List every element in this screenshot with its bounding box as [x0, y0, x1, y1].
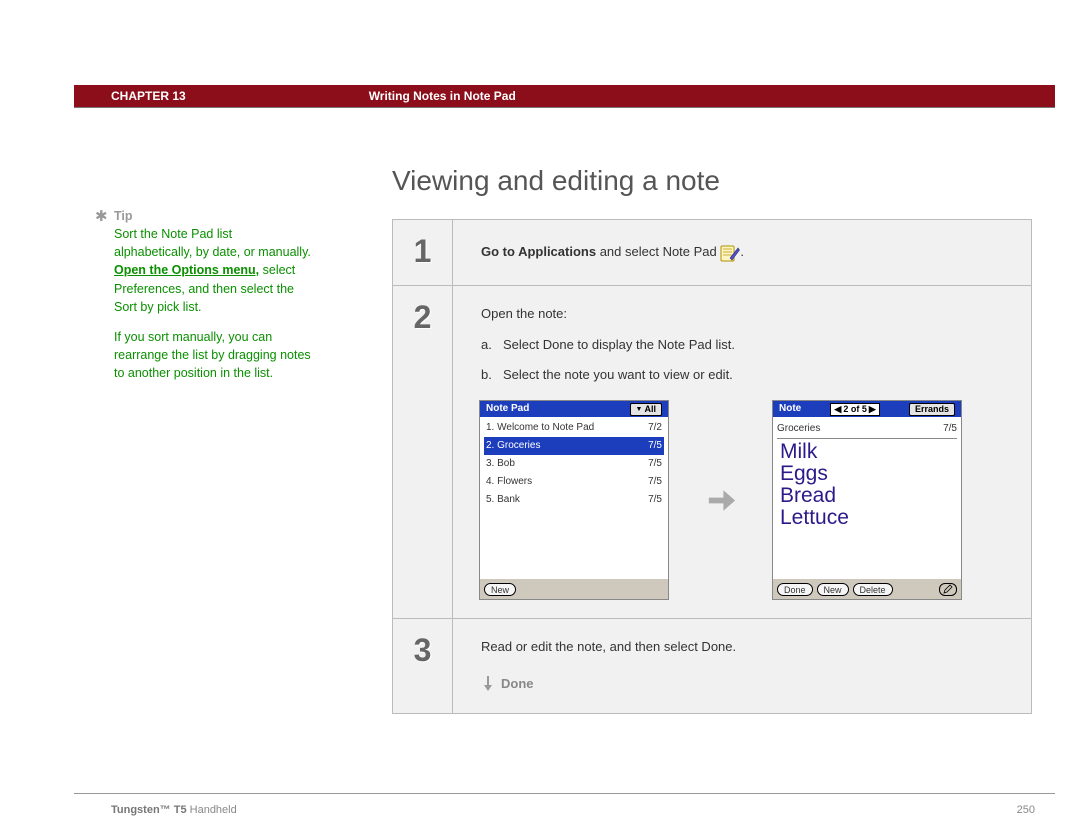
chapter-title: Writing Notes in Note Pad [369, 89, 516, 103]
list-item[interactable]: 4. Flowers7/5 [484, 473, 664, 491]
chapter-label: CHAPTER 13 [111, 89, 186, 103]
step1-tail: . [740, 244, 744, 259]
substep-b: b. Select the note you want to view or e… [481, 365, 1011, 386]
step-2: 2 Open the note: a. Select Done to displ… [393, 286, 1031, 619]
page-number: 250 [1017, 804, 1035, 816]
palm-title: Note [779, 401, 801, 417]
list-item[interactable]: 5. Bank7/5 [484, 491, 664, 509]
substep-letter: a. [481, 335, 503, 356]
step-number: 1 [393, 220, 453, 285]
tip-paragraph-2: If you sort manually, you can rearrange … [114, 328, 312, 382]
step1-bold: Go to Applications [481, 244, 596, 259]
tip-sidebar: ✱ Tip Sort the Note Pad list alphabetica… [114, 207, 312, 394]
footer-rule [74, 793, 1055, 794]
palm-list-body: 1. Welcome to Note Pad7/2 2. Groceries7/… [480, 417, 668, 579]
tip-text: Sort the Note Pad list alphabetically, b… [114, 227, 311, 259]
tip-label: Tip [114, 209, 133, 223]
palm-footer: Done New Delete [773, 579, 961, 599]
steps-container: 1 Go to Applications and select Note Pad… [392, 219, 1032, 714]
header-bar: CHAPTER 13 Writing Notes in Note Pad [74, 85, 1055, 107]
pencil-icon[interactable] [939, 583, 957, 596]
step3-text: Read or edit the note, and then select D… [481, 637, 1011, 658]
done-label: Done [501, 674, 534, 695]
substep-text: Select the note you want to view or edit… [503, 365, 733, 386]
step1-text: and select Note Pad [596, 244, 720, 259]
step-body: Open the note: a. Select Done to display… [453, 286, 1031, 618]
list-item[interactable]: 3. Bob7/5 [484, 455, 664, 473]
list-item[interactable]: 2. Groceries7/5 [484, 437, 664, 455]
note-meta: Groceries 7/5 [777, 421, 957, 439]
notepad-icon [720, 244, 740, 262]
palm-header: Note ◀2 of 5▶ Errands [773, 401, 961, 417]
product-name: Tungsten™ T5 Handheld [111, 804, 237, 816]
handwriting: Milk Eggs Bread Lettuce [777, 441, 849, 529]
delete-button[interactable]: Delete [853, 583, 893, 596]
palm-title: Note Pad [486, 401, 529, 417]
list-item[interactable]: 1. Welcome to Note Pad7/2 [484, 419, 664, 437]
main-content: Viewing and editing a note 1 Go to Appli… [392, 165, 1035, 714]
note-date: 7/5 [943, 421, 957, 437]
palm-footer: New [480, 579, 668, 599]
category-dropdown[interactable]: ▼All [630, 403, 662, 416]
note-title: Groceries [777, 421, 820, 437]
step-body: Go to Applications and select Note Pad . [453, 220, 1031, 285]
note-canvas[interactable]: Groceries 7/5 Milk Eggs Bread Lettuce [773, 417, 961, 579]
screenshots-row: Note Pad ▼All 1. Welcome to Note Pad7/2 … [479, 400, 1011, 600]
substeps: a. Select Done to display the Note Pad l… [481, 335, 1011, 387]
arrow-right-icon [703, 483, 738, 518]
substep-letter: b. [481, 365, 503, 386]
step2-lead: Open the note: [481, 304, 1011, 325]
page-heading: Viewing and editing a note [392, 165, 1035, 197]
substep-a: a. Select Done to display the Note Pad l… [481, 335, 1011, 356]
page-footer: Tungsten™ T5 Handheld 250 [111, 804, 1035, 816]
pager[interactable]: ◀2 of 5▶ [830, 403, 879, 416]
palm-notepad-list: Note Pad ▼All 1. Welcome to Note Pad7/2 … [479, 400, 669, 600]
step-number: 2 [393, 286, 453, 618]
new-button[interactable]: New [484, 583, 516, 596]
palm-header: Note Pad ▼All [480, 401, 668, 417]
step-1: 1 Go to Applications and select Note Pad… [393, 220, 1031, 286]
step-3: 3 Read or edit the note, and then select… [393, 619, 1031, 713]
header-underline [74, 107, 1055, 111]
asterisk-icon: ✱ [95, 206, 108, 228]
palm-note-view: Note ◀2 of 5▶ Errands Groceries 7/5 Milk [772, 400, 962, 600]
arrow-down-icon [481, 676, 495, 692]
tip-paragraph-1: Sort the Note Pad list alphabetically, b… [114, 225, 312, 316]
open-options-link[interactable]: Open the Options menu, [114, 263, 259, 277]
done-indicator: Done [481, 674, 1011, 695]
step-number: 3 [393, 619, 453, 713]
done-button[interactable]: Done [777, 583, 813, 596]
step-body: Read or edit the note, and then select D… [453, 619, 1031, 713]
category-dropdown[interactable]: Errands [909, 403, 955, 416]
new-button[interactable]: New [817, 583, 849, 596]
substep-text: Select Done to display the Note Pad list… [503, 335, 735, 356]
